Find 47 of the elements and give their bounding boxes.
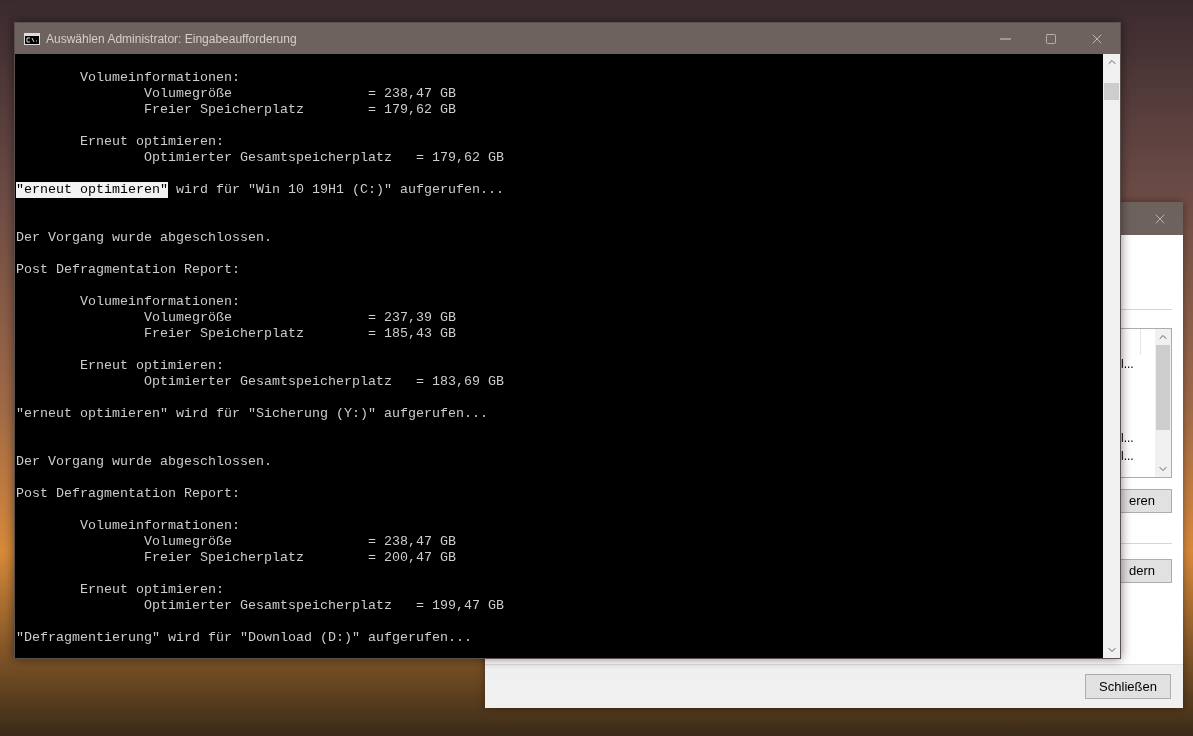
console-text: Volumegröße <box>143 310 233 326</box>
selected-text: "erneut optimieren" <box>16 182 168 198</box>
console-text: Freier Speicherplatz <box>143 326 305 342</box>
console-text: = 179,62 GB <box>367 102 456 118</box>
maximize-icon <box>1045 32 1057 45</box>
console-icon <box>24 32 40 45</box>
console-text: Freier Speicherplatz <box>143 102 305 118</box>
minimize-icon <box>999 37 1011 40</box>
console-text: Volumeinformationen: <box>80 70 240 85</box>
console-text: = 179,62 GB <box>415 150 504 166</box>
console-text: = 238,47 GB <box>367 534 456 550</box>
console-text: Erneut optimieren: <box>80 582 224 597</box>
scroll-thumb[interactable] <box>1156 345 1170 430</box>
list-item[interactable]: l... <box>1121 431 1134 445</box>
console-text: "erneut optimieren" wird für "Sicherung (Y:)" aufgerufen... <box>16 406 488 422</box>
list-item[interactable]: l... <box>1121 357 1134 371</box>
scroll-thumb[interactable] <box>1104 83 1119 100</box>
scrollbar[interactable] <box>1155 329 1171 477</box>
console-text: Post Defragmentation Report: <box>16 262 240 278</box>
console-text: Volumegröße <box>143 86 233 102</box>
console-text: Post Defragmentation Report: <box>16 486 240 502</box>
console-text: = 199,47 GB <box>415 598 504 614</box>
console-text: wird für "Win 10 19H1 (C:)" aufgerufen... <box>175 182 504 198</box>
scrollbar[interactable] <box>1103 54 1120 658</box>
console-text: Der Vorgang wurde abgeschlossen. <box>16 454 272 470</box>
console-text: Volumeinformationen: <box>80 294 240 309</box>
console-text: Der Vorgang wurde abgeschlossen. <box>16 230 272 246</box>
console-text: = 237,39 GB <box>367 310 456 326</box>
console-text: Erneut optimieren: <box>80 358 224 373</box>
close-dialog-button[interactable]: Schließen <box>1085 674 1171 699</box>
dialog-button[interactable]: dern <box>1121 559 1172 583</box>
window-title: Auswählen Administrator: Eingabeaufforderung <box>46 30 297 48</box>
console-text: "Defragmentierung" wird für "Download (D:)" aufgerufen... <box>16 630 472 646</box>
console-text: = 183,69 GB <box>415 374 504 390</box>
console-text: Volumeinformationen: <box>80 518 240 533</box>
console-text: Optimierter Gesamtspeicherplatz <box>143 374 393 390</box>
console-text: Freier Speicherplatz <box>143 550 305 566</box>
console-text: Erneut optimieren: <box>80 134 224 149</box>
console-text: = 238,47 GB <box>367 86 456 102</box>
dialog-button[interactable]: eren <box>1121 489 1172 513</box>
console-text: Optimierter Gesamtspeicherplatz <box>143 598 393 614</box>
console-text: = 200,47 GB <box>367 550 456 566</box>
list-box[interactable]: l... l... l... <box>1121 328 1172 478</box>
console-text: Optimierter Gesamtspeicherplatz <box>143 150 393 166</box>
list-item[interactable]: l... <box>1121 449 1134 463</box>
console-text: Volumegröße <box>143 534 233 550</box>
console-text: = 185,43 GB <box>367 326 456 342</box>
